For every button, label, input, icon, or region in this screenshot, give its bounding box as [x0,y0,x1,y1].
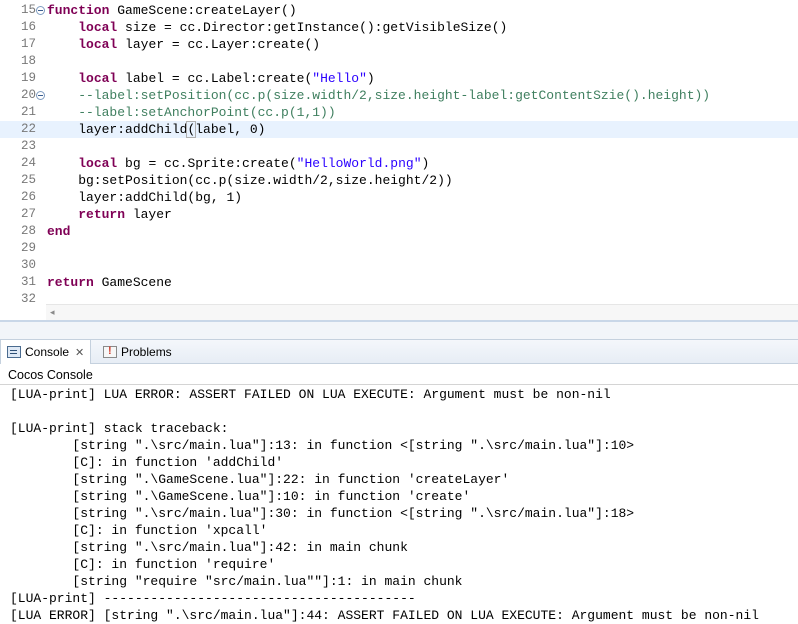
code-line[interactable]: 17 local layer = cc.Layer:create() [0,36,798,53]
code-text: local label = cc.Label:create("Hello") [78,71,375,86]
code-text: layer:addChild(bg, 1) [47,190,243,205]
code-line[interactable]: 31 return GameScene [0,274,798,291]
code-text: local bg = cc.Sprite:create("HelloWorld.… [78,156,430,171]
code-line[interactable]: 19 local label = cc.Label:create("Hello"… [0,70,798,87]
code-line[interactable]: 27 return layer [0,206,798,223]
code-line[interactable]: 22 layer:addChild(label, 0) [0,121,798,138]
code-line[interactable]: 15 function GameScene:createLayer() [0,2,798,19]
line-number: 16 [20,20,36,34]
line-number: 20 [20,88,36,102]
tab-console[interactable]: Console ✕ [0,340,92,364]
console-line: [string ".\GameScene.lua"]:22: in functi… [10,472,510,487]
tab-console-label: Console [25,345,70,359]
fold-toggle-icon[interactable] [36,6,45,15]
code-line[interactable]: 21 --label:setAnchorPoint(cc.p(1,1)) [0,104,798,121]
console-line: [string ".\src/main.lua"]:13: in functio… [10,438,635,453]
line-number: 23 [20,139,36,153]
console-line: [string ".\src/main.lua"]:42: in main ch… [10,540,408,555]
console-line: [string ".\src/main.lua"]:30: in functio… [10,506,635,521]
code-text: return layer [78,207,172,222]
line-number: 30 [20,258,36,272]
tab-problems[interactable]: Problems [97,340,178,364]
code-line[interactable]: 28 end [0,223,798,240]
console-title: Cocos Console [8,368,93,382]
code-line[interactable]: 26 layer:addChild(bg, 1) [0,189,798,206]
line-number: 25 [20,173,36,187]
console-icon [7,346,21,358]
line-number: 21 [20,105,36,119]
line-number: 27 [20,207,36,221]
scroll-left-icon[interactable]: ◂ [50,308,55,318]
line-number: 29 [20,241,36,255]
code-line[interactable]: 16 local size = cc.Director:getInstance(… [0,19,798,36]
console-line: [C]: in function 'addChild' [10,455,284,470]
problems-icon [103,345,117,358]
line-number: 31 [20,275,36,289]
console-tab-bar: Console ✕ Problems [0,339,798,364]
line-number: 26 [20,190,36,204]
code-line[interactable]: 18 [0,53,798,70]
line-number: 32 [20,292,36,306]
code-text: --label:setPosition(cc.p(size.width/2,si… [47,88,711,103]
console-line: [C]: in function 'xpcall' [10,523,268,538]
console-line: [LUA-print] stack traceback: [10,421,229,436]
divider [0,384,798,385]
line-number: 24 [20,156,36,170]
line-number: 22 [20,122,36,136]
fold-toggle-icon[interactable] [36,91,45,100]
code-line[interactable]: 23 [0,138,798,155]
horizontal-scrollbar[interactable]: ◂ [46,304,798,320]
code-text: return GameScene [47,275,172,290]
close-icon[interactable]: ✕ [75,346,84,359]
code-line[interactable]: 20 --label:setPosition(cc.p(size.width/2… [0,87,798,104]
code-line[interactable]: 30 [0,257,798,274]
line-number: 19 [20,71,36,85]
panel-separator[interactable] [0,322,798,339]
line-number: 28 [20,224,36,238]
code-text: end [47,224,71,239]
code-text: local size = cc.Director:getInstance():g… [78,20,508,35]
code-text: --label:setAnchorPoint(cc.p(1,1)) [47,105,336,120]
code-text: layer:addChild(label, 0) [47,121,266,138]
console-line: [LUA ERROR] [string ".\src/main.lua"]:44… [10,608,759,623]
tab-problems-label: Problems [121,345,172,359]
code-text: function GameScene:createLayer() [47,3,297,18]
code-line[interactable]: 25 bg:setPosition(cc.p(size.width/2,size… [0,172,798,189]
code-editor[interactable]: 15 function GameScene:createLayer() 16 loc… [0,0,798,322]
console-line: [LUA-print] ----------------------------… [10,591,416,606]
code-text: bg:setPosition(cc.p(size.width/2,size.he… [47,173,453,188]
console-line: [C]: in function 'require' [10,557,276,572]
line-number: 18 [20,54,36,68]
line-number: 15 [20,3,36,17]
console-line: [string "require "src/main.lua""]:1: in … [10,574,463,589]
console-line: [string ".\GameScene.lua"]:10: in functi… [10,489,471,504]
line-number: 17 [20,37,36,51]
code-text: local layer = cc.Layer:create() [78,37,321,52]
code-line[interactable]: 29 [0,240,798,257]
code-line[interactable]: 24 local bg = cc.Sprite:create("HelloWor… [0,155,798,172]
console-line: [LUA-print] LUA ERROR: ASSERT FAILED ON … [10,387,611,402]
